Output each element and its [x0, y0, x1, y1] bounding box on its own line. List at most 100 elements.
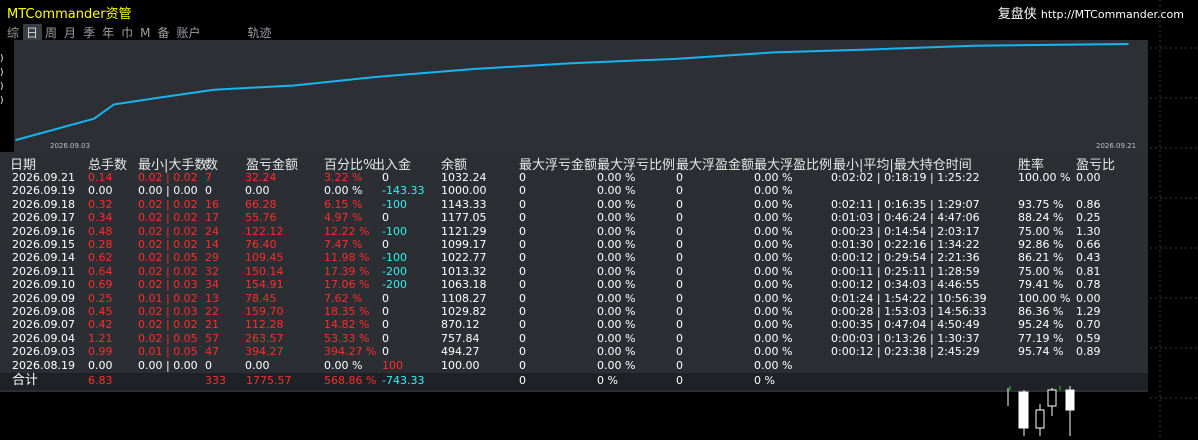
cell-maxdd_pct: 0.00 %: [597, 171, 636, 184]
total-lots: 6.83: [88, 374, 113, 387]
cell-lots: 0.45: [88, 305, 113, 318]
cell-count: 21: [205, 318, 219, 332]
cell-maxfp: 0: [676, 211, 683, 225]
equity-point-5: [293, 84, 295, 87]
background-candles: [1007, 386, 1075, 436]
cell-pct: 4.97 %: [324, 211, 363, 225]
cell-count: 7: [205, 171, 212, 184]
cell-flow: 0: [382, 318, 389, 332]
total-maxdd: 0: [519, 374, 526, 387]
tab-m[interactable]: M: [137, 26, 154, 40]
cell-pnl: 394.27: [245, 345, 284, 359]
cell-minmax: 0.02 | 0.02: [138, 211, 198, 225]
cell-minmax: 0.02 | 0.02: [138, 171, 198, 184]
cell-lots: 0.99: [88, 345, 113, 359]
cell-pf: 0.25: [1076, 211, 1101, 225]
cell-maxfp_pct: 0.00 %: [754, 251, 793, 265]
tab-week[interactable]: 周: [42, 24, 61, 41]
cell-balance: 1177.05: [441, 211, 487, 225]
cell-flow: -100: [382, 224, 407, 238]
tab-month[interactable]: 月: [61, 24, 80, 41]
cell-maxdd_pct: 0.00 %: [597, 291, 636, 305]
cell-win: 86.21 %: [1018, 251, 1064, 265]
cell-date: 2026.09.08: [12, 305, 75, 318]
tab-overview[interactable]: 综: [4, 24, 23, 41]
cell-count: 29: [205, 251, 219, 265]
cell-maxfp: 0: [676, 171, 683, 184]
tab-account[interactable]: 账户: [173, 24, 204, 41]
cell-maxdd: 0: [519, 238, 526, 251]
cell-count: 57: [205, 331, 219, 345]
equity-curve-chart: [15, 43, 1129, 141]
cell-win: 79.41 %: [1018, 278, 1064, 292]
total-pnl: 1775.57: [246, 374, 292, 387]
tab-note[interactable]: 备: [154, 24, 173, 41]
cell-minmax: 0.02 | 0.03: [138, 278, 198, 292]
cell-date: 2026.09.11: [12, 264, 75, 278]
cell-lots: 0.48: [88, 224, 113, 238]
cell-maxdd: 0: [519, 251, 526, 265]
cell-pf: 0.43: [1076, 251, 1101, 265]
cell-lots: 0.32: [88, 197, 113, 211]
cell-win: 95.74 %: [1018, 345, 1064, 359]
cell-win: 92.86 %: [1018, 238, 1064, 251]
cell-date: 2026.09.15: [12, 238, 75, 251]
tab-track[interactable]: 轨迹: [245, 24, 276, 41]
cell-lots: 1.21: [88, 331, 113, 345]
cell-date: 2026.09.18: [12, 197, 75, 211]
cell-maxdd: 0: [519, 211, 526, 225]
cell-lots: 0.42: [88, 318, 113, 332]
equity-point-4: [213, 88, 215, 91]
total-row-bg: [0, 373, 1148, 390]
header-6[interactable]: 出入金: [372, 154, 411, 173]
cell-pf: 1.29: [1076, 305, 1101, 318]
equity-point-1: [93, 117, 95, 120]
cell-pf: 0.70: [1076, 318, 1101, 332]
cell-balance: 1029.82: [441, 305, 487, 318]
cell-hold: 0:01:30 | 0:22:16 | 1:34:22: [831, 238, 980, 251]
cell-maxfp: 0: [676, 331, 683, 345]
cell-balance: 757.84: [441, 331, 480, 345]
equity-point-7: [473, 68, 475, 70]
cell-count: 32: [205, 264, 219, 278]
app-title: MTCommander资管: [7, 7, 132, 22]
header-10[interactable]: 最大浮盈金额: [676, 154, 754, 173]
cell-minmax: 0.00 | 0.00: [138, 184, 198, 198]
cell-pnl: 112.28: [245, 318, 284, 332]
equity-point-12: [973, 44, 975, 47]
cell-win: 75.00 %: [1018, 264, 1064, 278]
cell-win: 100.00 %: [1018, 171, 1071, 184]
equity-point-10: [773, 51, 775, 54]
cell-minmax: 0.02 | 0.02: [138, 197, 198, 211]
cell-maxfp: 0: [676, 197, 683, 211]
cell-pnl: 154.91: [245, 278, 284, 292]
cell-hold: 0:00:12 | 0:23:38 | 2:45:29: [831, 345, 980, 359]
cell-pf: 0.66: [1076, 238, 1101, 251]
equity-point-11: [873, 48, 875, 51]
cell-pf: 1.30: [1076, 224, 1101, 238]
cell-pct: 17.06 %: [324, 278, 370, 292]
tab-day[interactable]: 日: [23, 24, 43, 41]
cell-pct: 394.27 %: [324, 345, 377, 359]
tab-custom[interactable]: 巾: [118, 24, 137, 41]
cell-pct: 0.00 %: [324, 358, 363, 372]
cell-date: 2026.08.19: [12, 358, 75, 372]
brand-url[interactable]: http://MTCommander.com: [1041, 8, 1184, 21]
cell-maxdd_pct: 0.00 %: [597, 345, 636, 359]
tab-year[interactable]: 年: [99, 24, 118, 41]
equity-point-8: [573, 62, 575, 64]
cell-maxfp_pct: 0.00 %: [754, 305, 793, 318]
equity-point-3: [153, 97, 155, 100]
cell-maxfp: 0: [676, 184, 683, 198]
header-8[interactable]: 最大浮亏金额: [519, 154, 597, 173]
cell-hold: 0:02:02 | 0:18:19 | 1:25:22: [831, 171, 980, 184]
brand-name: 复盘侠: [997, 7, 1037, 22]
cell-pnl: 55.76: [245, 211, 277, 225]
cell-count: 13: [205, 291, 219, 305]
cell-minmax: 0.02 | 0.02: [138, 264, 198, 278]
total-label: 合计: [12, 373, 39, 388]
cell-maxfp_pct: 0.00 %: [754, 211, 793, 225]
cell-maxfp: 0: [676, 264, 683, 278]
cell-pf: 0.78: [1076, 278, 1101, 292]
tab-quarter[interactable]: 季: [80, 24, 99, 41]
